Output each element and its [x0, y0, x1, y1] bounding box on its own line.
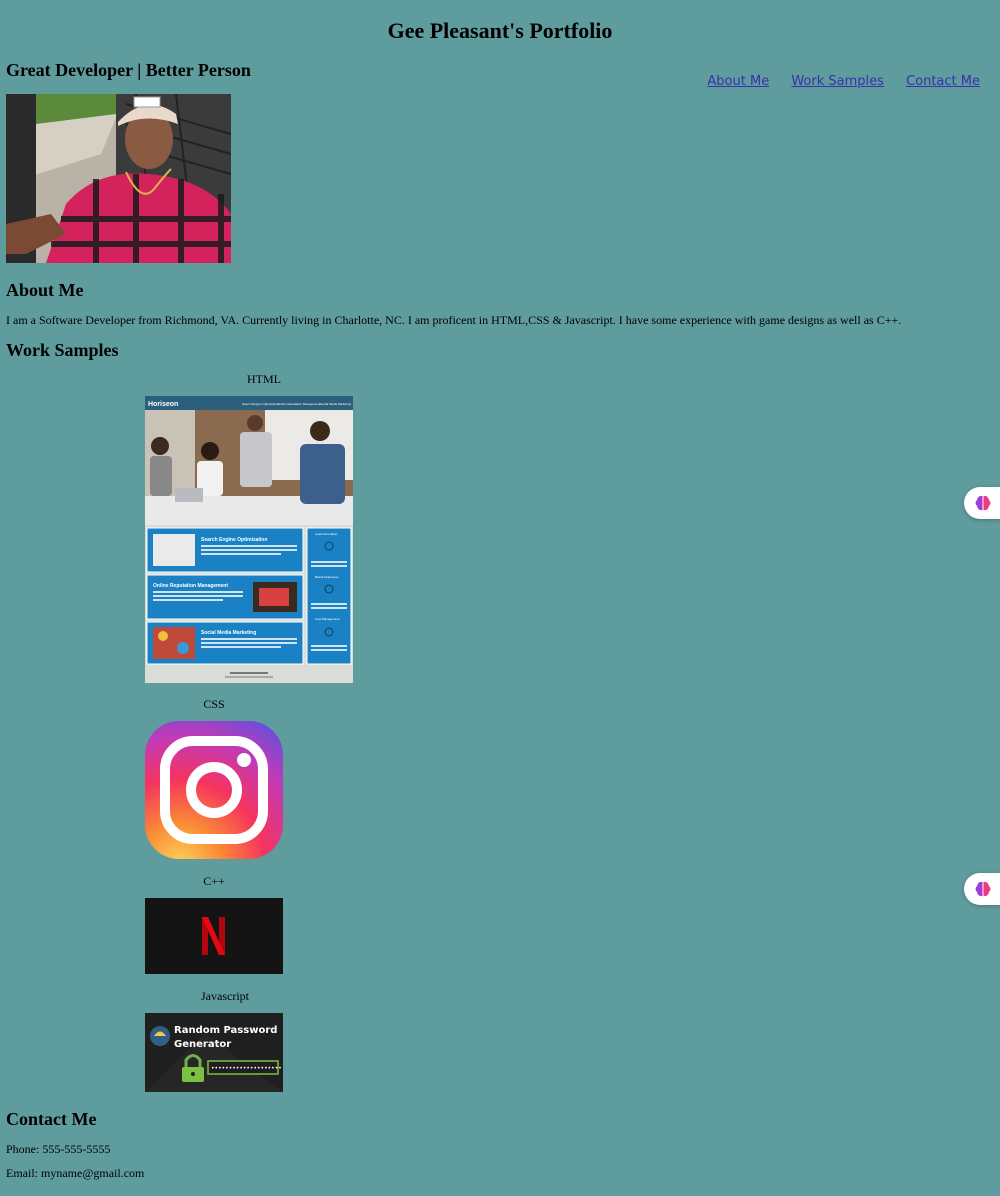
password-dots: ••••••••••••••••••••	[211, 1065, 282, 1072]
svg-text:Brand Awareness: Brand Awareness	[315, 575, 339, 579]
sample-label-javascript: Javascript	[201, 989, 249, 1003]
svg-text:Social Media Marketing: Social Media Marketing	[320, 402, 352, 406]
contact-phone: Phone: 555-555-5555	[6, 1142, 111, 1156]
cpp-sample-thumbnail[interactable]	[145, 898, 283, 974]
main-nav: About Me Work Samples Contact Me	[689, 74, 980, 89]
profile-photo	[6, 94, 231, 263]
contact-heading: Contact Me	[6, 1109, 97, 1129]
nav-link-about-me[interactable]: About Me	[707, 74, 769, 89]
page-title: Gee Pleasant's Portfolio	[387, 18, 613, 43]
brain-icon	[975, 495, 991, 511]
brain-icon	[975, 881, 991, 897]
password-title-line2: Generator	[174, 1039, 231, 1050]
sample-label-css: CSS	[203, 697, 225, 711]
about-heading: About Me	[6, 280, 84, 300]
extension-button-top[interactable]	[964, 487, 1000, 519]
contact-email: Email: myname@gmail.com	[6, 1166, 145, 1180]
html-sample-thumbnail[interactable]: Horiseon Search Engine Optimization Onli…	[145, 396, 353, 683]
svg-text:Online Reputation Management: Online Reputation Management	[153, 583, 228, 589]
svg-text:Search Engine Optimization: Search Engine Optimization	[201, 537, 267, 543]
netflix-icon	[145, 898, 283, 974]
about-text: I am a Software Developer from Richmond,…	[6, 313, 902, 327]
sample-label-cpp: C++	[203, 874, 225, 888]
javascript-sample-thumbnail[interactable]: Random Password Generator ••••••••••••••…	[145, 1013, 283, 1092]
tagline: Great Developer | Better Person	[6, 60, 251, 80]
nav-link-work-samples[interactable]: Work Samples	[791, 74, 884, 89]
horiseon-logo: Horiseon	[148, 401, 178, 408]
extension-button-bottom[interactable]	[964, 873, 1000, 905]
instagram-icon	[145, 721, 283, 859]
css-sample-thumbnail[interactable]	[145, 721, 283, 859]
work-samples-heading: Work Samples	[6, 340, 119, 360]
svg-text:Cost Management: Cost Management	[315, 617, 340, 621]
svg-text:Lead Generation: Lead Generation	[315, 532, 338, 536]
nav-link-contact-me[interactable]: Contact Me	[906, 74, 980, 89]
sample-label-html: HTML	[247, 372, 281, 386]
svg-text:Online Reputation Management: Online Reputation Management	[278, 402, 321, 406]
svg-text:Search Engine Optimization: Search Engine Optimization	[242, 402, 280, 406]
password-title-line1: Random Password	[174, 1025, 277, 1036]
svg-text:Social Media Marketing: Social Media Marketing	[201, 630, 256, 636]
